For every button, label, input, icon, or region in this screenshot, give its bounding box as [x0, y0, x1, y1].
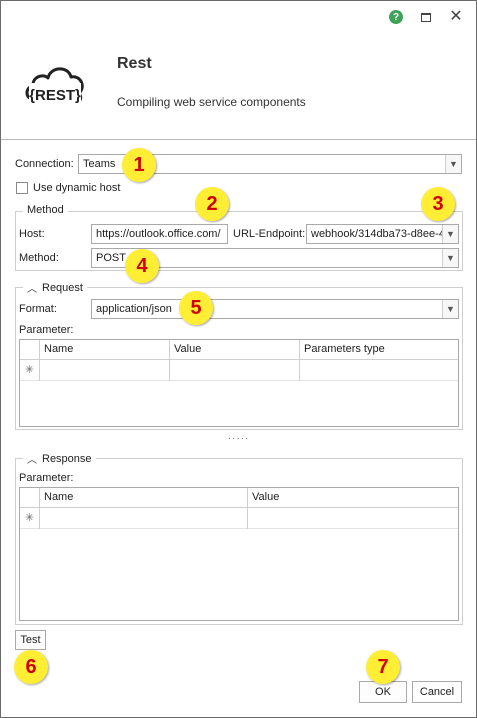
splitter-handle[interactable]: ·····: [1, 433, 476, 444]
chevron-down-icon: ▼: [442, 300, 458, 318]
request-group-label: Request: [42, 281, 83, 294]
format-value: application/json: [96, 303, 172, 315]
help-icon: ?: [389, 10, 403, 24]
table-cell[interactable]: [170, 360, 300, 381]
response-new-row[interactable]: ✳: [20, 508, 458, 529]
table-cell[interactable]: [40, 360, 170, 381]
annotation-badge: 1: [122, 148, 156, 182]
column-header[interactable]: Value: [248, 488, 458, 508]
method-group-label: Method: [27, 204, 64, 216]
host-value: https://outlook.office.com/: [96, 228, 221, 240]
ok-button[interactable]: OK: [359, 681, 407, 703]
dialog-header: {REST} Rest Compiling web service compon…: [1, 33, 476, 139]
use-dynamic-host-label[interactable]: Use dynamic host: [33, 182, 120, 194]
host-input[interactable]: https://outlook.office.com/: [91, 224, 228, 244]
annotation-badge: 7: [366, 650, 400, 684]
table-cell[interactable]: [40, 508, 248, 529]
host-label: Host:: [19, 228, 45, 240]
annotation-badge: 5: [179, 291, 213, 325]
format-dropdown[interactable]: application/json ▼: [91, 299, 459, 319]
url-endpoint-dropdown[interactable]: webhook/314dba73-d8ee-4 ▼: [306, 224, 459, 244]
rest-cloud-logo-icon: {REST}: [25, 67, 84, 105]
rest-dialog: ? ✕ {REST} Rest Compiling web service co…: [0, 0, 477, 718]
request-group-title[interactable]: ︿ Request: [23, 280, 87, 295]
url-endpoint-value: webhook/314dba73-d8ee-4: [311, 228, 443, 240]
collapse-caret-icon: ︿: [27, 455, 37, 466]
close-button[interactable]: ✕: [446, 7, 466, 27]
url-endpoint-label: URL-Endpoint:: [233, 228, 306, 240]
test-button[interactable]: Test: [15, 630, 46, 650]
logo-text: {REST}: [29, 87, 81, 104]
request-grid-header: Name Value Parameters type: [20, 340, 458, 360]
connection-value: Teams: [83, 158, 116, 170]
annotation-badge: 4: [125, 249, 159, 283]
response-group-title[interactable]: ︿ Response: [23, 451, 96, 466]
request-new-row[interactable]: ✳: [20, 360, 458, 381]
collapse-caret-icon: ︿: [27, 284, 37, 295]
annotation-badge: 3: [421, 187, 455, 221]
dialog-subtitle: Compiling web service components: [117, 95, 306, 109]
header-separator: [1, 139, 476, 140]
title-bar: ? ✕: [1, 1, 476, 33]
method-group-title: Method: [23, 204, 68, 216]
new-row-icon: ✳: [20, 360, 40, 381]
table-cell[interactable]: [248, 508, 458, 529]
use-dynamic-host-checkbox[interactable]: [16, 182, 28, 194]
column-header[interactable]: Name: [40, 340, 170, 360]
request-parameter-label: Parameter:: [19, 324, 74, 336]
response-parameter-label: Parameter:: [19, 472, 74, 484]
maximize-icon: [421, 12, 431, 22]
column-header[interactable]: Value: [170, 340, 300, 360]
cancel-button[interactable]: Cancel: [412, 681, 462, 703]
chevron-down-icon: ▼: [442, 249, 458, 267]
connection-label: Connection:: [15, 158, 74, 170]
annotation-badge: 6: [14, 650, 48, 684]
method-label: Method:: [19, 252, 59, 264]
response-group-label: Response: [42, 452, 92, 465]
response-grid-header: Name Value: [20, 488, 458, 508]
request-parameter-grid[interactable]: Name Value Parameters type ✳: [19, 339, 459, 427]
table-cell[interactable]: [300, 360, 458, 381]
dialog-title: Rest: [117, 55, 152, 72]
method-value: POST: [96, 252, 126, 264]
maximize-button[interactable]: [416, 7, 436, 27]
chevron-down-icon: ▼: [445, 155, 461, 173]
new-row-icon: ✳: [20, 508, 40, 529]
close-icon: ✕: [449, 8, 463, 25]
help-button[interactable]: ?: [386, 7, 406, 27]
chevron-down-icon: ▼: [442, 225, 458, 243]
response-parameter-grid[interactable]: Name Value ✳: [19, 487, 459, 621]
format-label: Format:: [19, 303, 57, 315]
column-header[interactable]: Name: [40, 488, 248, 508]
column-header[interactable]: Parameters type: [300, 340, 458, 360]
annotation-badge: 2: [195, 187, 229, 221]
